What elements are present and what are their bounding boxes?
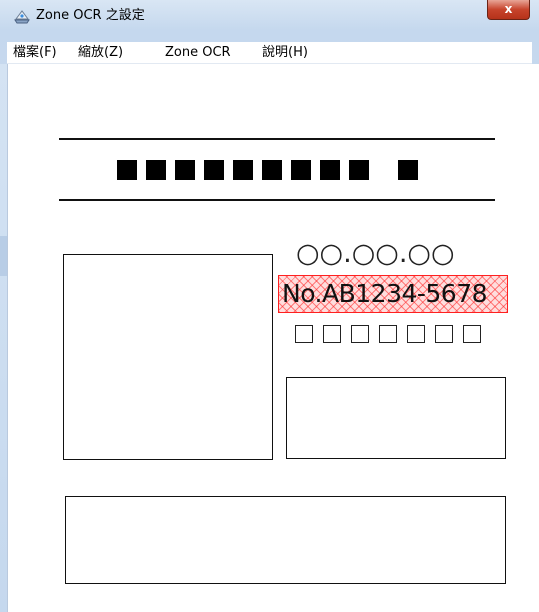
black-square	[320, 160, 340, 180]
close-button[interactable]: x	[487, 0, 530, 20]
selected-zone-text: No.AB1234-5678	[282, 279, 488, 308]
black-square	[349, 160, 369, 180]
menu-file[interactable]: 檔案(F)	[13, 45, 57, 61]
title-bar[interactable]: Zone OCR 之設定 x	[0, 0, 539, 42]
bottom-box	[65, 496, 506, 584]
photo-box	[63, 254, 273, 460]
small-square	[379, 325, 397, 343]
window-title: Zone OCR 之設定	[36, 8, 145, 23]
black-square	[262, 160, 282, 180]
black-square	[146, 160, 166, 180]
black-square	[233, 160, 253, 180]
small-square	[463, 325, 481, 343]
small-square	[295, 325, 313, 343]
black-square	[291, 160, 311, 180]
left-frame-strip	[0, 64, 7, 612]
menu-zone-ocr[interactable]: Zone OCR	[165, 45, 231, 61]
close-icon: x	[504, 2, 513, 16]
black-square	[204, 160, 224, 180]
black-square	[175, 160, 195, 180]
menu-help[interactable]: 說明(H)	[262, 45, 308, 61]
small-square	[351, 325, 369, 343]
app-window: Zone OCR 之設定 x 檔案(F) 縮放(Z) Zone OCR 說明(H…	[0, 0, 539, 612]
small-square	[323, 325, 341, 343]
header-bottom-rule	[59, 199, 495, 201]
small-square	[435, 325, 453, 343]
scroll-handle[interactable]	[0, 236, 7, 276]
menu-bar: 檔案(F) 縮放(Z) Zone OCR 說明(H)	[7, 42, 532, 64]
scanner-app-icon	[13, 7, 31, 25]
black-square	[117, 160, 137, 180]
menu-zoom[interactable]: 縮放(Z)	[78, 45, 123, 61]
date-placeholder-text: ○○.○○.○○	[296, 238, 455, 269]
header-top-rule	[59, 138, 495, 140]
black-square	[398, 160, 418, 180]
document-canvas[interactable]: ○○.○○.○○ No.AB1234-5678	[7, 64, 539, 612]
small-square	[407, 325, 425, 343]
info-box	[286, 377, 506, 459]
